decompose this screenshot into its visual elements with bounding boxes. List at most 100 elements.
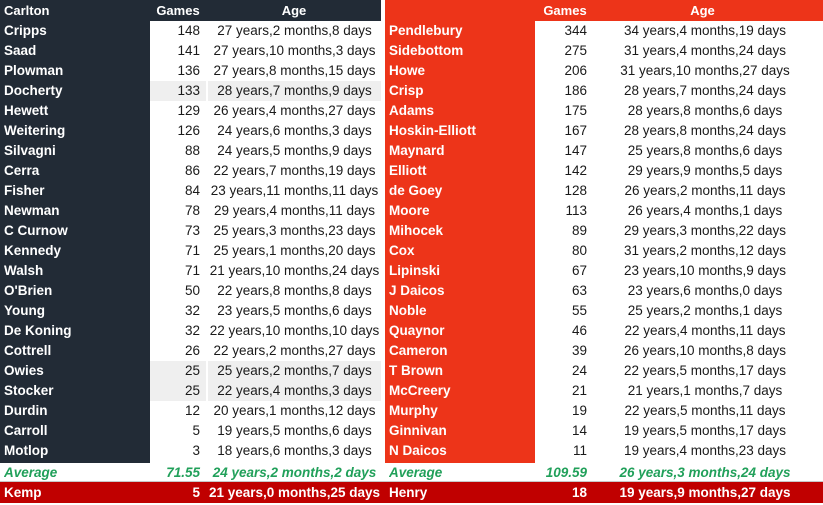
left-player-games: 3 (192, 443, 200, 458)
right-player-games: 80 (571, 243, 587, 258)
table-row: Saad 141 27 years,10 months,3 days Sidebott… (0, 41, 823, 61)
table-row: Walsh 71 21 years,10 months,24 days Lipinsk… (0, 261, 823, 281)
left-player-name: Young (4, 303, 45, 318)
average-row: Average 71.55 24 years,2 months,2 days A… (0, 463, 823, 482)
table-row: C Curnow 73 25 years,3 months,23 days Mihoc… (0, 221, 823, 241)
left-highlight-name: Kemp (4, 485, 42, 500)
left-highlight-age: 21 years,0 months,25 days (208, 485, 381, 500)
left-player-age: 23 years,5 months,6 days (217, 303, 372, 318)
right-player-name: Cox (389, 243, 415, 258)
right-player-games: 128 (564, 183, 587, 198)
left-player-name: Newman (4, 203, 60, 218)
left-player-games: 12 (184, 403, 200, 418)
right-player-name: Elliott (389, 163, 427, 178)
right-player-name: Noble (389, 303, 427, 318)
right-player-age: 22 years,4 months,11 days (624, 323, 786, 338)
right-player-name: Hoskin-Elliott (389, 123, 476, 138)
left-player-age: 22 years,8 months,8 days (217, 283, 372, 298)
left-player-games: 86 (184, 163, 200, 178)
right-player-age: 26 years,4 months,1 days (627, 203, 783, 218)
right-player-games: 206 (564, 63, 587, 78)
right-player-games: 14 (571, 423, 587, 438)
right-average-label: Average (389, 465, 443, 480)
right-player-games: 24 (571, 363, 587, 378)
table-row: De Koning 32 22 years,10 months,10 days Qua… (0, 321, 823, 341)
left-player-name: Plowman (4, 63, 64, 78)
right-player-games: 11 (572, 443, 587, 458)
left-player-games: 129 (177, 103, 200, 118)
right-highlight-age: 19 years,9 months,27 days (619, 485, 791, 500)
left-player-age: 18 years,6 months,3 days (217, 443, 372, 458)
right-player-age: 23 years,6 months,0 days (627, 283, 783, 298)
left-player-games: 141 (177, 43, 200, 58)
left-player-games: 148 (177, 23, 200, 38)
right-player-age: 22 years,5 months,11 days (624, 403, 786, 418)
left-player-age: 27 years,10 months,3 days (213, 43, 376, 58)
right-highlight-games: 18 (571, 485, 587, 500)
left-player-age: 25 years,2 months,7 days (208, 361, 381, 381)
right-player-age: 31 years,2 months,12 days (623, 243, 787, 258)
table-row: Fisher 84 23 years,11 months,11 days de Goe… (0, 181, 823, 201)
table-row: Silvagni 88 24 years,5 months,9 days Maynar… (0, 141, 823, 161)
left-player-games: 136 (177, 63, 200, 78)
left-player-age: 22 years,7 months,19 days (213, 163, 376, 178)
left-player-age: 20 years,1 months,12 days (213, 403, 376, 418)
left-player-name: Weitering (4, 123, 66, 138)
left-player-games: 133 (150, 81, 206, 101)
left-player-name: Fisher (4, 183, 45, 198)
left-player-name: O'Brien (4, 283, 53, 298)
left-average-label: Average (4, 465, 58, 480)
highlight-row: Kemp 5 21 years,0 months,25 days Henry 1… (0, 482, 823, 503)
right-player-age: 19 years,4 months,23 days (623, 443, 787, 458)
left-player-name: Saad (4, 43, 37, 58)
right-age-header: Age (690, 3, 715, 18)
right-player-age: 29 years,3 months,22 days (623, 223, 787, 238)
right-player-age: 28 years,8 months,24 days (623, 123, 787, 138)
left-player-name: Stocker (4, 383, 54, 398)
left-player-age: 27 years,8 months,15 days (213, 63, 376, 78)
right-player-games: 46 (571, 323, 587, 338)
right-player-age: 26 years,10 months,8 days (623, 343, 787, 358)
left-player-age: 26 years,4 months,27 days (213, 103, 376, 118)
right-player-name: N Daicos (389, 443, 447, 458)
table-row: Hewett 129 26 years,4 months,27 days Adams 1… (0, 101, 823, 121)
left-player-games: 50 (184, 283, 200, 298)
left-player-games: 32 (184, 323, 200, 338)
right-games-header: Games (543, 3, 587, 18)
table-row: Weitering 126 24 years,6 months,3 days Hosk… (0, 121, 823, 141)
right-player-games: 63 (571, 283, 587, 298)
table-row: Plowman 136 27 years,8 months,15 days Howe 2… (0, 61, 823, 81)
right-team-name-header (389, 0, 529, 21)
left-player-age: 22 years,2 months,27 days (213, 343, 376, 358)
left-player-name: Owies (4, 363, 44, 378)
left-player-games: 5 (192, 423, 200, 438)
right-player-games: 19 (571, 403, 587, 418)
right-player-name: Murphy (389, 403, 438, 418)
right-player-name: Maynard (389, 143, 445, 158)
left-player-name: Motlop (4, 443, 49, 458)
right-player-age: 19 years,5 months,17 days (623, 423, 787, 438)
right-player-games: 167 (564, 123, 587, 138)
left-player-games: 26 (184, 343, 200, 358)
left-player-age: 22 years,10 months,10 days (209, 323, 380, 338)
left-team-name-header: Carlton (4, 3, 50, 18)
left-player-age: 22 years,4 months,3 days (208, 381, 381, 401)
table-row: Cerra 86 22 years,7 months,19 days Elliott 1… (0, 161, 823, 181)
table-row: Motlop 3 18 years,6 months,3 days N Daicos 1… (0, 441, 823, 461)
table-row: O'Brien 50 22 years,8 months,8 days J Daico… (0, 281, 823, 301)
left-player-games: 73 (184, 223, 200, 238)
right-player-games: 344 (564, 23, 587, 38)
left-player-name: Docherty (4, 83, 63, 98)
right-player-name: Howe (389, 63, 426, 78)
right-player-name: Adams (389, 103, 435, 118)
right-player-age: 28 years,7 months,24 days (623, 83, 787, 98)
right-player-games: 89 (571, 223, 587, 238)
left-highlight-games: 5 (192, 485, 200, 500)
left-player-games: 126 (177, 123, 200, 138)
left-player-age: 28 years,7 months,9 days (208, 81, 381, 101)
left-player-name: De Koning (4, 323, 72, 338)
right-player-games: 147 (564, 143, 587, 158)
left-games-header: Games (156, 3, 200, 18)
right-player-age: 25 years,2 months,1 days (627, 303, 783, 318)
left-player-name: Cottrell (4, 343, 52, 358)
